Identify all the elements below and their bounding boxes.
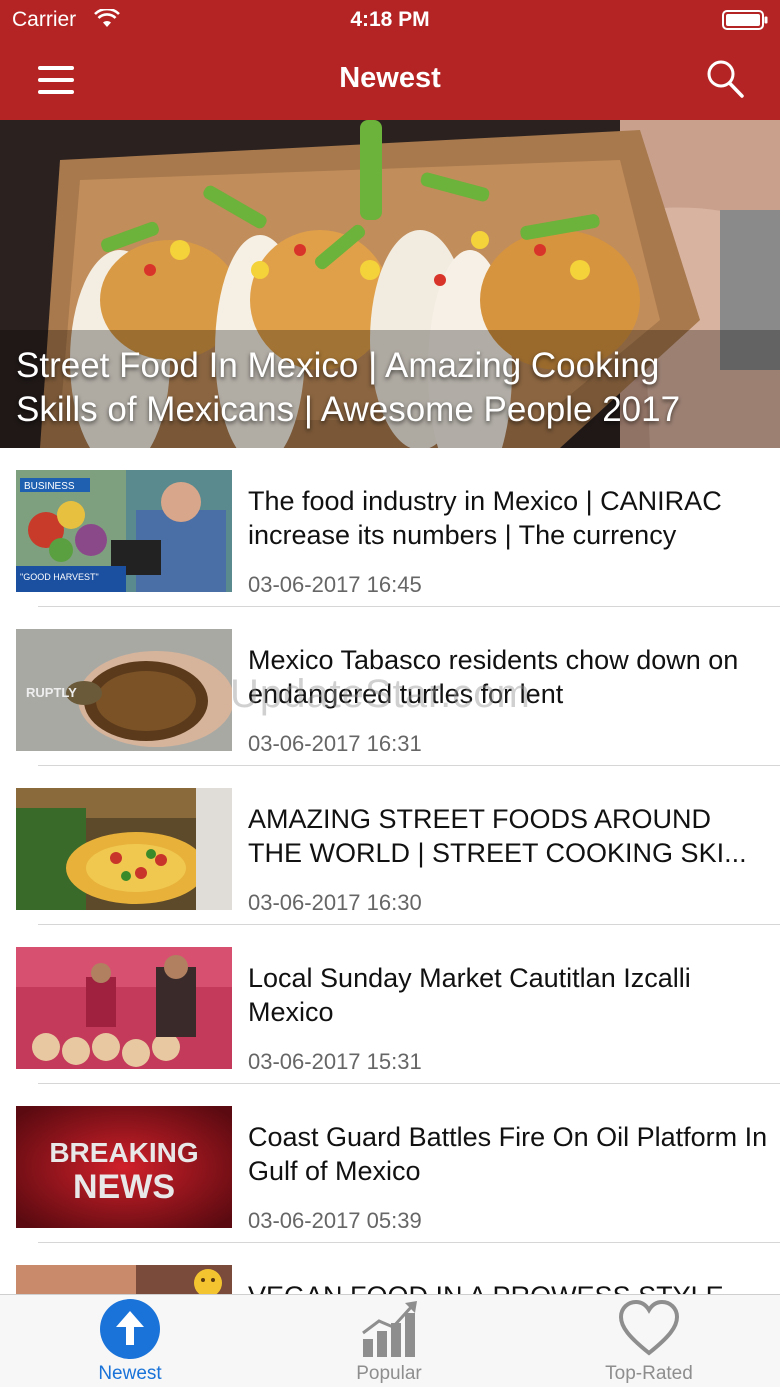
video-list: BUSINESS "GOOD HARVEST" The food industr… xyxy=(0,448,780,1294)
navigation-bar: Newest xyxy=(0,40,780,120)
video-thumbnail xyxy=(16,1265,232,1294)
featured-video-title: Street Food In Mexico | Amazing Cooking … xyxy=(16,346,681,429)
arrow-up-circle-icon xyxy=(100,1299,160,1359)
status-bar: Carrier 4:18 PM xyxy=(0,0,780,40)
tab-label: Popular xyxy=(356,1363,422,1384)
video-title: Local Sunday Market Cautitlan Izcalli Me… xyxy=(248,963,691,1027)
video-thumbnail: BUSINESS "GOOD HARVEST" xyxy=(16,470,232,592)
thumbnail-caption: RUPTLY xyxy=(26,685,77,700)
video-title: Coast Guard Battles Fire On Oil Platform… xyxy=(248,1122,768,1186)
tab-label: Newest xyxy=(98,1363,162,1384)
tab-newest[interactable]: Newest xyxy=(30,1295,230,1387)
heart-icon xyxy=(619,1299,679,1356)
video-title: Mexico Tabasco residents chow down on en… xyxy=(248,645,739,709)
battery-icon xyxy=(722,10,768,30)
list-item[interactable]: RUPTLY Mexico Tabasco residents chow dow… xyxy=(0,607,780,766)
video-title: The food industry in Mexico | CANIRAC in… xyxy=(248,486,722,550)
list-item[interactable]: BREAKING NEWS Coast Guard Battles Fire O… xyxy=(0,1084,780,1243)
video-title: VEGAN FOOD IN A PROWESS STYLE xyxy=(248,1279,768,1294)
list-item[interactable]: AMAZING STREET FOODS AROUND THE WORLD | … xyxy=(0,766,780,925)
featured-video[interactable]: Street Food In Mexico | Amazing Cooking … xyxy=(0,120,780,448)
thumbnail-caption: "GOOD HARVEST" xyxy=(20,572,99,582)
video-date: 03-06-2017 16:45 xyxy=(248,572,422,597)
list-item[interactable]: VEGAN FOOD IN A PROWESS STYLE xyxy=(0,1243,780,1294)
tab-popular[interactable]: Popular xyxy=(289,1295,489,1387)
video-date: 03-06-2017 15:31 xyxy=(248,1049,422,1074)
thumbnail-caption: BREAKING xyxy=(49,1137,198,1168)
tab-top-rated[interactable]: Top-Rated xyxy=(549,1295,749,1387)
search-icon[interactable] xyxy=(704,58,746,100)
video-date: 03-06-2017 05:39 xyxy=(248,1208,422,1233)
tab-label: Top-Rated xyxy=(605,1363,693,1384)
list-item[interactable]: BUSINESS "GOOD HARVEST" The food industr… xyxy=(0,448,780,607)
bar-chart-icon xyxy=(362,1301,417,1357)
hamburger-menu-icon[interactable] xyxy=(36,62,80,98)
page-title: Newest xyxy=(339,62,441,94)
video-thumbnail: RUPTLY xyxy=(16,629,232,751)
thumbnail-caption: NEWS xyxy=(73,1168,175,1206)
video-date: 03-06-2017 16:30 xyxy=(248,890,422,915)
thumbnail-caption: BUSINESS xyxy=(24,481,75,492)
status-time: 4:18 PM xyxy=(350,8,430,31)
video-title: AMAZING STREET FOODS AROUND THE WORLD | … xyxy=(248,804,747,868)
video-thumbnail xyxy=(16,947,232,1069)
video-date: 03-06-2017 16:31 xyxy=(248,731,422,756)
video-thumbnail xyxy=(16,788,232,910)
list-item[interactable]: Local Sunday Market Cautitlan Izcalli Me… xyxy=(0,925,780,1084)
tab-bar: Newest Popular Top-Rated xyxy=(0,1294,780,1387)
video-thumbnail: BREAKING NEWS xyxy=(16,1106,232,1228)
